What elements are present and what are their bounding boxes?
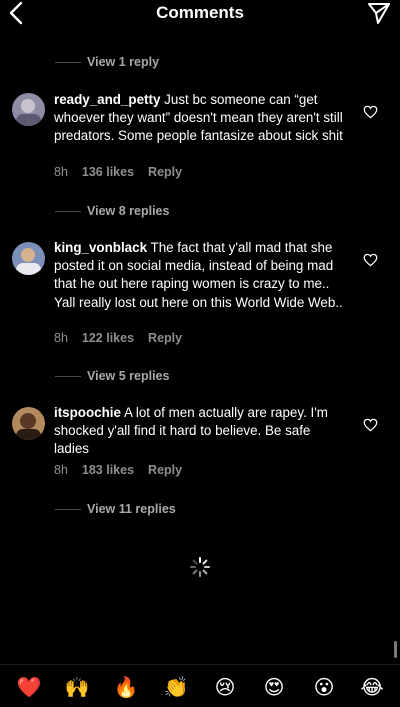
comment-time: 8h (54, 331, 68, 345)
comment-meta: 8h 122 likes Reply (54, 331, 182, 345)
avatar-image (12, 93, 45, 126)
comment-username[interactable]: ready_and_petty (54, 92, 160, 107)
paper-plane-icon (368, 3, 390, 24)
avatar[interactable] (12, 93, 45, 126)
view-replies-label: View 5 replies (87, 369, 170, 383)
view-replies-label: View 1 reply (87, 55, 160, 69)
avatar[interactable] (12, 407, 45, 440)
reply-button[interactable]: Reply (148, 331, 182, 345)
like-button[interactable] (363, 253, 378, 267)
emoji-raising-hands-button[interactable]: 🙌 (64, 676, 90, 698)
emoji-laughing-button[interactable]: 😂 (359, 676, 385, 698)
emoji-crying-button[interactable]: 😢 (212, 676, 238, 698)
loading-spinner (189, 556, 211, 578)
view-replies-link[interactable]: View 1 reply (55, 53, 159, 71)
likes-count[interactable]: 122 likes (82, 331, 134, 345)
heart-outline-icon (363, 105, 378, 119)
emoji-reaction-bar: ❤️ 🙌 🔥 👏 😢 😍 😮 😂 (0, 664, 400, 707)
heart-outline-icon (363, 253, 378, 267)
comment-meta: 8h 136 likes Reply (54, 165, 182, 179)
share-button[interactable] (366, 1, 392, 25)
spinner-icon (190, 557, 210, 577)
comment-text: ready_and_petty Just bc someone can “get… (54, 91, 346, 146)
comments-header: Comments (0, 0, 400, 26)
view-replies-link[interactable]: View 8 replies (55, 202, 169, 220)
emoji-surprised-button[interactable]: 😮 (311, 676, 337, 698)
comment-username[interactable]: king_vonblack (54, 240, 147, 255)
avatar-image (12, 242, 45, 275)
comment-meta: 8h 183 likes Reply (54, 463, 182, 477)
avatar-image (12, 407, 45, 440)
divider (55, 508, 81, 510)
divider (55, 61, 81, 63)
view-replies-link[interactable]: View 5 replies (55, 367, 169, 385)
like-button[interactable] (363, 105, 378, 119)
emoji-fire-button[interactable]: 🔥 (113, 676, 139, 698)
like-button[interactable] (363, 418, 378, 432)
view-replies-label: View 11 replies (87, 502, 176, 516)
heart-outline-icon (363, 418, 378, 432)
likes-count[interactable]: 136 likes (82, 165, 134, 179)
comment-text: itspoochie A lot of men actually are rap… (54, 404, 346, 459)
emoji-heart-eyes-button[interactable]: 😍 (261, 676, 287, 698)
comment-time: 8h (54, 463, 68, 477)
reply-button[interactable]: Reply (148, 165, 182, 179)
scrollbar[interactable] (394, 641, 397, 658)
comment-text: king_vonblack The fact that y'all mad th… (54, 239, 346, 312)
view-replies-label: View 8 replies (87, 204, 170, 218)
emoji-clapping-button[interactable]: 👏 (163, 676, 189, 698)
divider (55, 375, 81, 377)
emoji-red-heart-button[interactable]: ❤️ (16, 676, 42, 698)
reply-button[interactable]: Reply (148, 463, 182, 477)
divider (55, 210, 81, 212)
comment-username[interactable]: itspoochie (54, 405, 121, 420)
page-title: Comments (156, 3, 244, 22)
comment-time: 8h (54, 165, 68, 179)
likes-count[interactable]: 183 likes (82, 463, 134, 477)
avatar[interactable] (12, 242, 45, 275)
view-replies-link[interactable]: View 11 replies (55, 500, 176, 518)
